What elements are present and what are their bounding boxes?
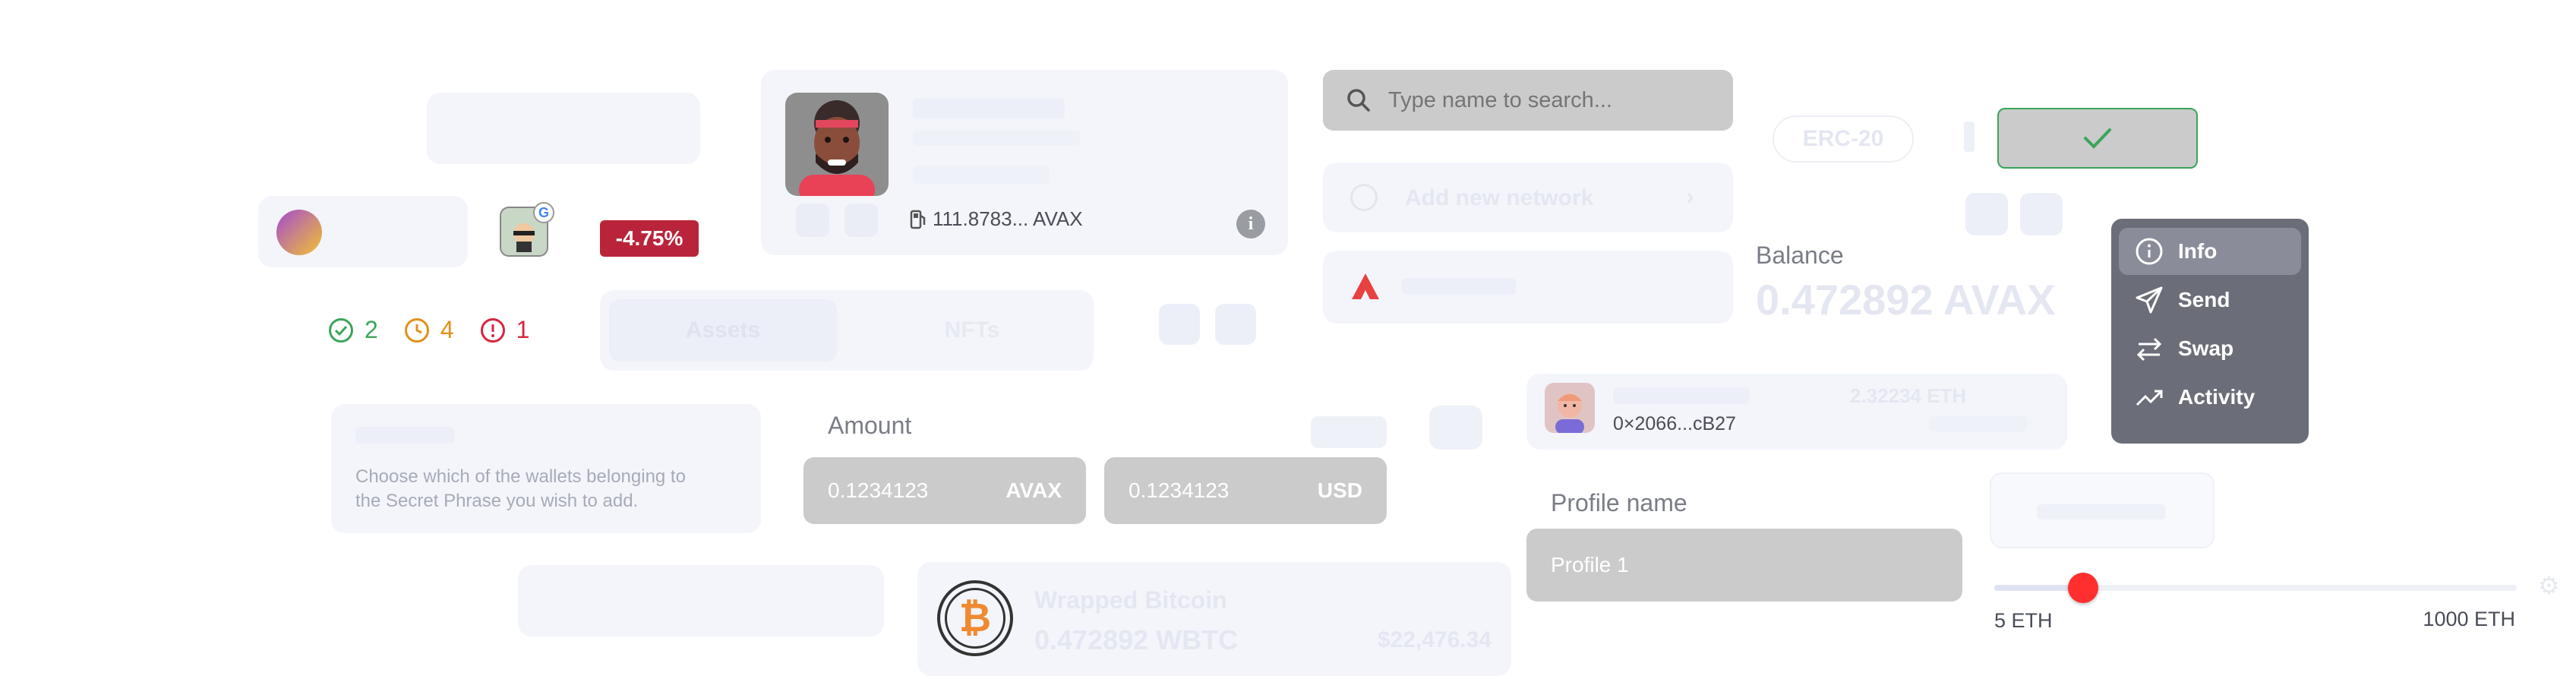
profile-name-label: Profile name — [1551, 489, 1687, 516]
nft-card: 111.8783... AVAX i — [761, 70, 1288, 255]
usd-amount-field[interactable]: 0.1234123 USD — [1104, 457, 1387, 524]
wallet-hint-card: Choose which of the wallets belonging to… — [331, 404, 761, 533]
status-counts: 2 4 1 — [328, 316, 529, 344]
add-circle-icon — [1350, 184, 1378, 211]
clock-icon — [404, 317, 430, 343]
menu-item-activity-label: Activity — [2178, 385, 2256, 409]
menu-item-swap-label: Swap — [2178, 336, 2234, 360]
erc20-chip: ERC-20 — [1773, 115, 1914, 163]
wallet-hint-text: Choose which of the wallets belonging to… — [355, 466, 686, 511]
ghost-square-4 — [2020, 193, 2063, 235]
ghost-square-1 — [1159, 304, 1200, 345]
search-icon — [1346, 87, 1372, 113]
success-count-value: 2 — [365, 316, 378, 343]
ghost-small-btn-1 — [1311, 416, 1387, 448]
token-amount: 0.472892 WBTC — [1034, 624, 1239, 655]
info-icon — [2134, 236, 2164, 267]
erc20-chip-label: ERC-20 — [1802, 126, 1884, 151]
account-fiat-ghost — [1929, 416, 2028, 431]
send-icon — [2134, 285, 2164, 315]
search-bar[interactable] — [1323, 70, 1733, 131]
wallet-hint-title — [355, 427, 454, 444]
avalanche-icon — [1347, 269, 1384, 305]
profile-name-input[interactable]: Profile 1 — [1526, 529, 1962, 602]
account-avatar — [1545, 383, 1595, 433]
check-icon — [2081, 125, 2114, 151]
tab-assets[interactable]: Assets — [609, 299, 837, 362]
balance-value: 0.472892 AVAX — [1756, 276, 2056, 324]
error-count: 1 — [480, 316, 530, 344]
network-row[interactable]: Add new network › — [1323, 163, 1733, 232]
confirm-button[interactable] — [1997, 108, 2198, 169]
nft-title-ghost — [913, 99, 1065, 118]
slider-tooltip — [1990, 472, 2215, 548]
balance-label: Balance — [1756, 242, 1844, 269]
bitcoin-icon: ₿ — [937, 580, 1013, 656]
alert-circle-icon — [480, 317, 506, 343]
amount-label: Amount — [828, 412, 912, 439]
activity-icon — [2134, 382, 2164, 412]
fuel-icon — [910, 210, 927, 229]
nft-action-1[interactable] — [796, 204, 829, 237]
network-row-label: Add new network — [1405, 185, 1594, 210]
menu-item-info[interactable]: Info — [2119, 228, 2301, 275]
account-address: 0×2066...cB27 — [1613, 413, 1736, 434]
token-name: Wrapped Bitcoin — [1034, 586, 1227, 614]
ghost-digit — [1964, 122, 1975, 152]
slider-settings-icon[interactable]: ⚙ — [2538, 571, 2565, 599]
account-amount: 2.32234 ETH — [1850, 384, 1967, 407]
nft-val-ghost — [913, 166, 1050, 184]
slider-thumb[interactable] — [2067, 573, 2098, 603]
account-name-ghost — [1613, 387, 1750, 404]
chevron-right-icon: › — [1686, 182, 1694, 210]
google-account-avatar[interactable]: G — [500, 202, 554, 257]
avalanche-name — [1402, 278, 1516, 295]
error-count-value: 1 — [516, 316, 530, 343]
search-input[interactable] — [1387, 81, 1706, 120]
context-menu: Info Send Swap Activity — [2111, 219, 2309, 444]
menu-item-send-label: Send — [2178, 288, 2230, 311]
nft-action-2[interactable] — [844, 204, 878, 237]
ghost-square-2 — [1215, 304, 1256, 345]
menu-item-swap[interactable]: Swap — [2119, 325, 2301, 372]
avax-amount-field[interactable]: 0.1234123 AVAX — [803, 457, 1086, 524]
bitcoin-coin: ₿ — [945, 588, 1005, 649]
ghost-square-3 — [1965, 193, 2008, 235]
price-change-badge: -4.75% — [600, 220, 699, 257]
menu-item-info-label: Info — [2178, 239, 2218, 263]
ghost-tab-bar: Assets NFTs — [600, 290, 1094, 371]
token-fiat: $22,476.34 — [1377, 627, 1492, 652]
menu-item-send[interactable]: Send — [2119, 276, 2301, 324]
avax-amount-unit: AVAX — [1005, 478, 1062, 502]
slider-max-label: 1000 ETH — [2423, 608, 2515, 630]
pending-count: 4 — [404, 316, 454, 344]
profile-name-value: Profile 1 — [1551, 553, 1629, 576]
token-row[interactable]: ₿ Wrapped Bitcoin 0.472892 WBTC $22,476.… — [917, 562, 1511, 676]
check-circle-icon — [328, 317, 354, 343]
menu-item-activity[interactable]: Activity — [2119, 374, 2301, 421]
google-icon: G — [533, 202, 554, 223]
usd-amount-value: 0.1234123 — [1129, 478, 1230, 502]
account-row[interactable]: 0×2066...cB27 2.32234 ETH — [1526, 374, 2067, 450]
info-circle-icon[interactable]: i — [1236, 210, 1265, 238]
pending-count-value: 4 — [440, 316, 454, 343]
ghost-send-button — [427, 93, 700, 164]
success-count: 2 — [328, 316, 378, 344]
ghost-open-button — [518, 565, 884, 636]
nft-sub-ghost — [913, 131, 1080, 146]
slider-min-label: 5 ETH — [1994, 609, 2053, 632]
usd-amount-unit: USD — [1317, 478, 1362, 502]
slider-tooltip-ghost — [2037, 504, 2166, 520]
slider-track[interactable] — [1994, 573, 2517, 603]
avatar — [785, 93, 889, 196]
nft-balance: 111.8783... AVAX — [933, 207, 1083, 230]
swap-icon — [2134, 333, 2164, 364]
ghost-wallet-chip — [258, 196, 468, 267]
avalanche-row[interactable] — [1323, 251, 1733, 324]
ghost-small-btn-2 — [1429, 406, 1482, 450]
tab-nfts[interactable]: NFTs — [858, 299, 1086, 362]
gradient-avatar — [276, 210, 322, 255]
avax-amount-value: 0.1234123 — [828, 478, 929, 502]
